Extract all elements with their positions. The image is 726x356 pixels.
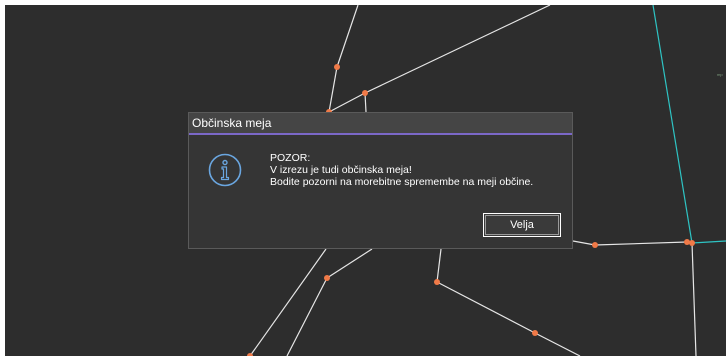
parcel-line <box>286 277 328 356</box>
dialog-titlebar[interactable]: Občinska meja <box>189 113 572 135</box>
parcel-line <box>572 240 596 246</box>
parcel-vertex <box>684 239 690 245</box>
municipal-boundary-line <box>652 5 693 244</box>
parcel-vertex <box>689 240 695 246</box>
parcel-line <box>364 5 551 94</box>
parcel-vertex <box>592 242 598 248</box>
dialog-heading: POZOR: <box>270 152 311 164</box>
dialog-message-line2: Bodite pozorni na morebitne spremembe na… <box>270 176 534 188</box>
info-icon <box>208 153 242 187</box>
parcel-vertex <box>532 330 538 336</box>
parcel-line <box>336 5 359 68</box>
parcel-line <box>534 332 581 356</box>
ok-button-label: Velja <box>510 219 534 231</box>
parcel-line <box>691 242 697 356</box>
parcel-line <box>328 92 366 113</box>
dialog-message-line1: V izrezu je tudi občinska meja! <box>270 164 412 176</box>
municipal-boundary-line <box>691 240 726 244</box>
parcel-vertex <box>324 275 330 281</box>
parcel-line <box>328 66 338 113</box>
ok-button[interactable]: Velja <box>483 213 561 237</box>
parcel-line <box>436 248 442 283</box>
dialog-title: Občinska meja <box>192 116 272 130</box>
parcel-line <box>436 281 536 334</box>
parcel-vertex <box>334 64 340 70</box>
warning-dialog: Občinska meja POZOR: V izrezu je tudi ob… <box>188 112 573 249</box>
parcel-vertex <box>434 279 440 285</box>
map-corner-label: mp <box>717 72 723 77</box>
parcel-line <box>326 248 373 279</box>
parcel-vertex <box>362 90 368 96</box>
parcel-line <box>594 241 688 246</box>
